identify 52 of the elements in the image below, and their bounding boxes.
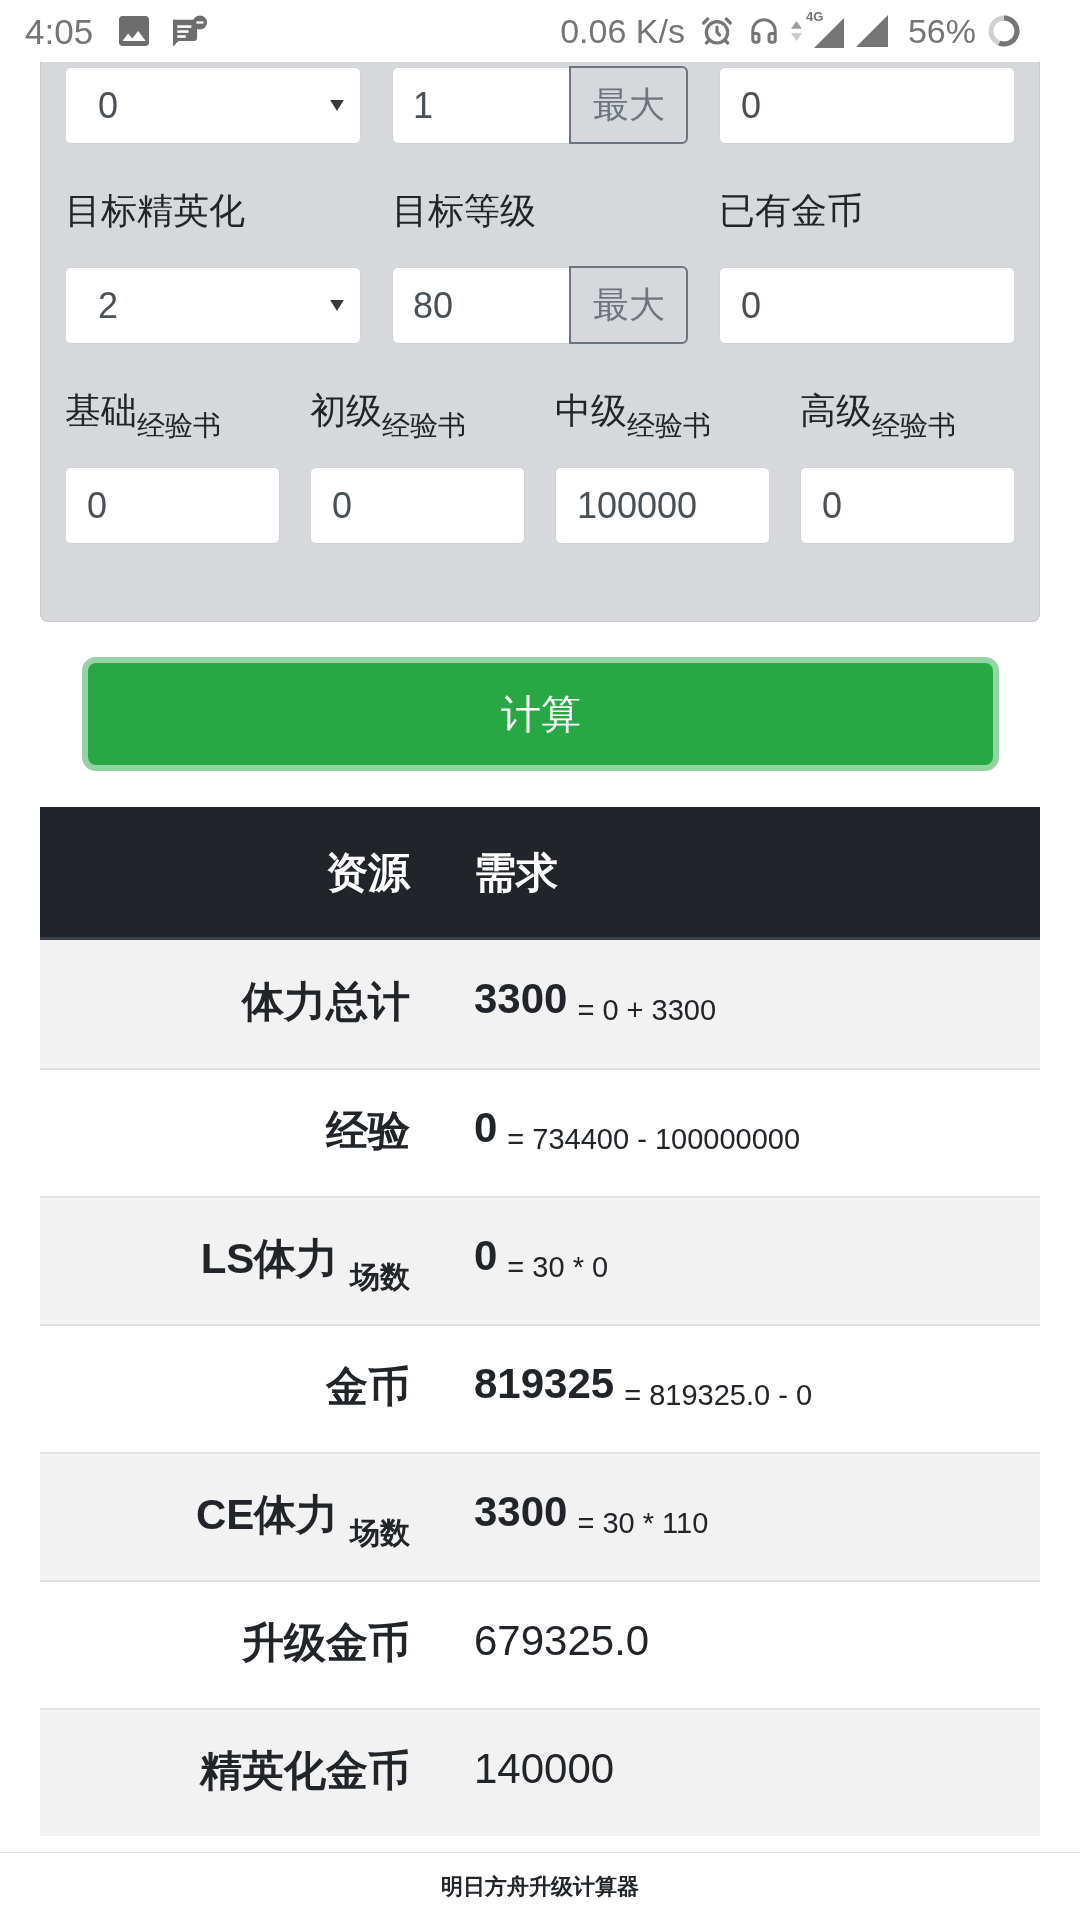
input-field[interactable]: 1	[392, 67, 569, 144]
field-label: 初级$_{经验书}$	[310, 389, 466, 437]
resource-label: CE体力 $_{场数}$	[196, 1490, 410, 1548]
input-field[interactable]: 0	[65, 467, 280, 544]
input-field[interactable]: 0	[719, 267, 1015, 344]
value-number: 819325	[474, 1359, 615, 1407]
footer-title: 明日方舟升级计算器	[441, 1873, 639, 1901]
value-number: 0	[474, 1231, 498, 1279]
formula-text: = 819325.0 - 0	[624, 1378, 812, 1411]
field-label: 基础$_{经验书}$	[65, 389, 221, 437]
select-field[interactable]: 0	[65, 67, 361, 144]
input-field[interactable]: 0	[310, 467, 525, 544]
value-number: 140000	[474, 1744, 615, 1792]
resource-label: 精英化金币	[200, 1746, 410, 1796]
caret-icon	[330, 300, 344, 311]
column-header: 资源	[326, 847, 410, 898]
value-number: 3300	[474, 1487, 568, 1535]
input-field[interactable]: 80	[392, 267, 569, 344]
signal-icon	[855, 15, 888, 47]
message-icon	[173, 15, 208, 47]
resource-label: 升级金币	[242, 1618, 410, 1668]
resource-label: LS体力 $_{场数}$	[200, 1234, 410, 1292]
network-speed: 0.06 K/s	[560, 14, 685, 48]
field-label: 已有金币	[719, 189, 863, 233]
network-type-label: 4G	[805, 10, 824, 23]
image-icon	[119, 16, 150, 46]
alarm-clock-icon	[700, 15, 733, 47]
resource-label: 体力总计	[242, 977, 410, 1027]
caret-icon	[330, 100, 344, 111]
data-arrows-icon	[790, 21, 802, 41]
formula-text: = 30 * 0	[507, 1250, 609, 1283]
select-field[interactable]: 2	[65, 267, 361, 344]
formula-text: = 30 * 110	[577, 1506, 709, 1539]
field-label: 中级$_{经验书}$	[555, 389, 711, 437]
battery-percent: 56%	[907, 14, 976, 48]
formula-text: = 0 + 3300	[577, 993, 717, 1026]
input-field[interactable]: 0	[800, 467, 1015, 544]
status-time: 4:05	[25, 13, 94, 49]
value-number: 679325.0	[474, 1616, 650, 1664]
column-header: 需求	[474, 848, 558, 896]
input-field[interactable]: 0	[719, 67, 1015, 144]
resource-label: 金币	[326, 1362, 410, 1412]
value-number: 0	[474, 1103, 498, 1151]
formula-text: = 734400 - 100000000	[507, 1122, 801, 1155]
resource-label: 经验	[326, 1106, 410, 1156]
field-label: 高级$_{经验书}$	[800, 389, 956, 437]
value-number: 3300	[474, 974, 568, 1022]
field-label: 目标精英化	[65, 189, 245, 233]
battery-ring-icon	[988, 15, 1020, 47]
field-label: 目标等级	[392, 189, 536, 233]
headphones-icon	[748, 15, 779, 47]
input-field[interactable]: 100000	[555, 467, 770, 544]
